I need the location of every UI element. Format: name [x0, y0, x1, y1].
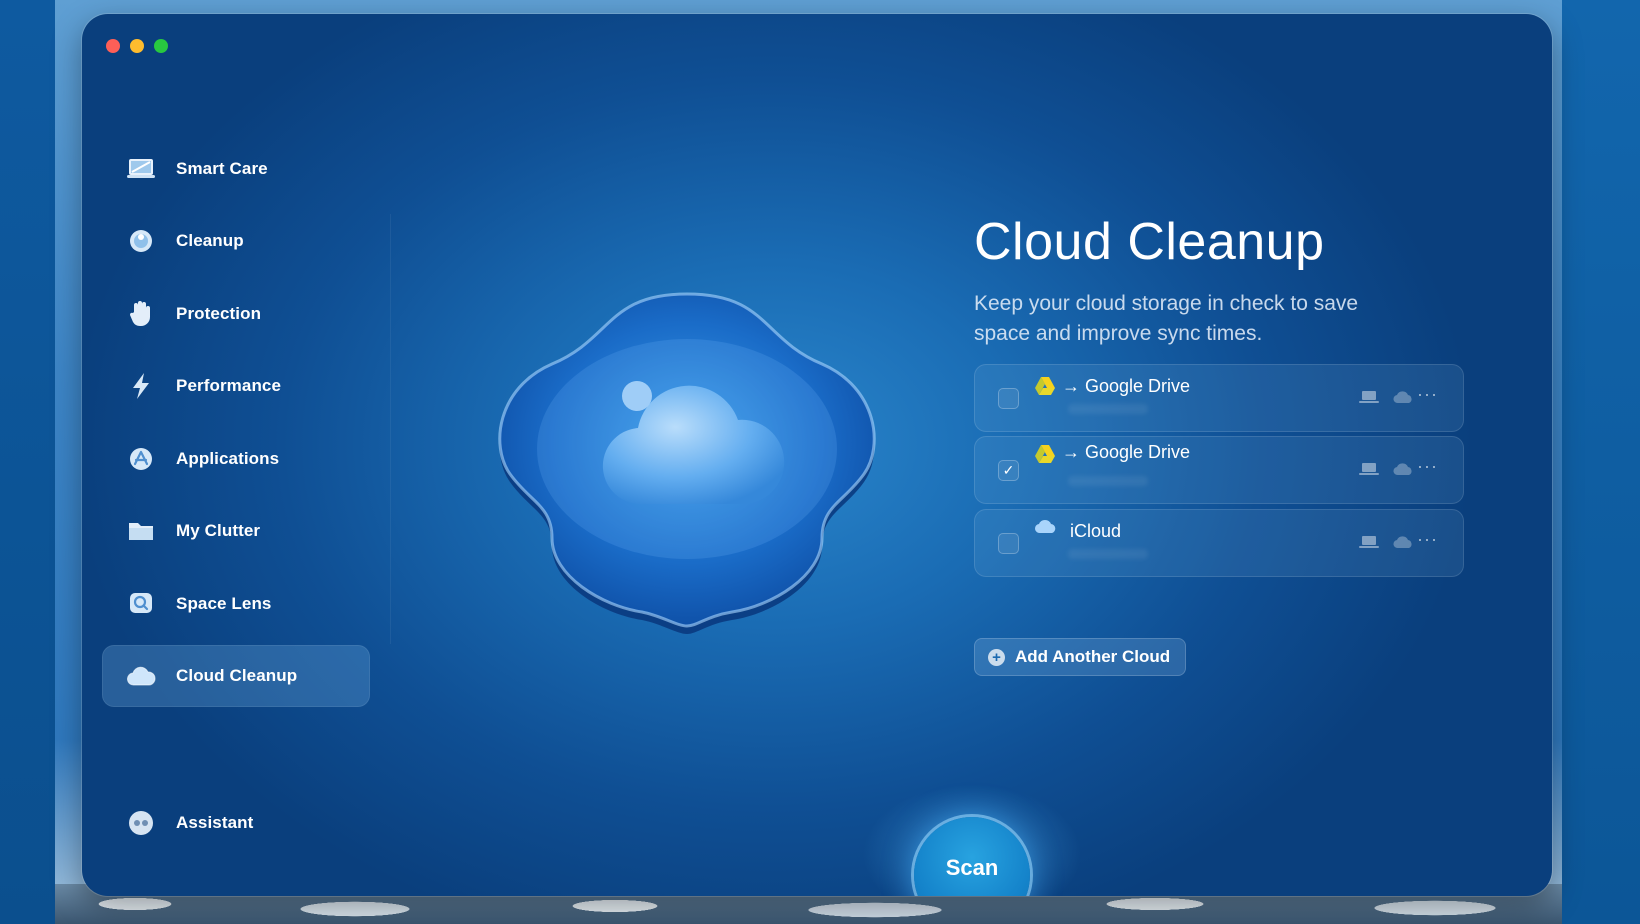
cloud-sync-icon[interactable]: [1392, 460, 1414, 478]
smart-care-icon: [126, 154, 156, 184]
plus-circle-icon: +: [988, 648, 1005, 666]
close-window-button[interactable]: [106, 39, 120, 53]
space-lens-icon: [126, 589, 156, 619]
sidebar-item-label: Cleanup: [176, 231, 244, 250]
sidebar-item-label: Assistant: [176, 813, 254, 832]
sidebar-item-label: Smart Care: [176, 159, 268, 178]
sidebar-item-space-lens[interactable]: Space Lens: [102, 573, 370, 635]
hand-icon: [126, 299, 156, 329]
folder-icon: [126, 516, 156, 546]
main-content: Cloud Cleanup Keep your cloud storage in…: [974, 213, 1494, 349]
sidebar-item-label: Cloud Cleanup: [176, 666, 298, 685]
cloud-account-row[interactable]: iCloud ···: [974, 509, 1464, 577]
sidebar-item-label: Protection: [176, 304, 262, 323]
sidebar-item-smart-care[interactable]: Smart Care: [102, 138, 370, 200]
sidebar-item-label: Performance: [176, 376, 282, 395]
more-options-button[interactable]: ···: [1417, 384, 1438, 405]
cloud-sync-icon[interactable]: [1392, 388, 1414, 406]
google-drive-icon: [1034, 444, 1056, 464]
sidebar-divider: [390, 214, 391, 644]
sidebar-item-label: Applications: [176, 449, 280, 468]
laptop-icon[interactable]: [1358, 533, 1380, 551]
sidebar-item-cloud-cleanup[interactable]: Cloud Cleanup: [102, 645, 370, 707]
cloud-checkbox[interactable]: [998, 388, 1019, 409]
cloud-icon: [126, 661, 156, 691]
sidebar-item-label: Space Lens: [176, 594, 272, 613]
page-subtitle: Keep your cloud storage in check to save…: [974, 292, 1359, 346]
more-options-button[interactable]: ···: [1417, 529, 1438, 550]
sidebar-item-applications[interactable]: Applications: [102, 428, 370, 490]
add-another-cloud-label: Add Another Cloud: [1015, 647, 1171, 666]
sidebar-item-cleanup[interactable]: Cleanup: [102, 210, 370, 272]
minimize-window-button[interactable]: [130, 39, 144, 53]
cloud-account-row[interactable]: → Google Drive ···: [974, 364, 1464, 432]
cloud-account-row[interactable]: ✓ → Google Drive ···: [974, 436, 1464, 504]
applications-icon: [126, 444, 156, 474]
sidebar-item-protection[interactable]: Protection: [102, 283, 370, 345]
cloud-name: → Google Drive: [1062, 376, 1191, 396]
sidebar-item-performance[interactable]: Performance: [102, 355, 370, 417]
cloud-name: iCloud: [1070, 521, 1122, 541]
page-title: Cloud Cleanup: [974, 213, 1325, 271]
cloud-details-blurred: [1068, 549, 1148, 559]
cleanup-icon: [126, 226, 156, 256]
cloud-cleanup-illustration: [492, 284, 882, 644]
cloud-checkbox[interactable]: ✓: [998, 460, 1019, 481]
sidebar-item-assistant[interactable]: Assistant: [102, 792, 370, 854]
cloud-details-blurred: [1068, 404, 1148, 414]
more-options-button[interactable]: ···: [1417, 456, 1438, 477]
cloud-sync-icon[interactable]: [1392, 533, 1414, 551]
desktop-edge-left: [0, 0, 55, 924]
sidebar-item-my-clutter[interactable]: My Clutter: [102, 500, 370, 562]
desktop-edge-right: [1562, 0, 1640, 924]
sidebar-item-label: My Clutter: [176, 521, 261, 540]
add-another-cloud-button[interactable]: + Add Another Cloud: [974, 638, 1187, 676]
cloud-checkbox[interactable]: [998, 533, 1019, 554]
laptop-icon[interactable]: [1358, 460, 1380, 478]
app-window: Smart Care Cleanup Protection Performanc…: [82, 14, 1552, 896]
window-controls: [106, 39, 168, 53]
google-drive-icon: [1034, 376, 1056, 396]
assistant-icon: [126, 808, 156, 838]
cloud-details-blurred: [1068, 476, 1148, 486]
icloud-icon: [1034, 519, 1056, 539]
cloud-name: → Google Drive: [1062, 442, 1191, 462]
zoom-window-button[interactable]: [154, 39, 168, 53]
laptop-icon[interactable]: [1358, 388, 1380, 406]
lightning-icon: [126, 371, 156, 401]
sidebar: Smart Care Cleanup Protection Performanc…: [102, 114, 372, 894]
